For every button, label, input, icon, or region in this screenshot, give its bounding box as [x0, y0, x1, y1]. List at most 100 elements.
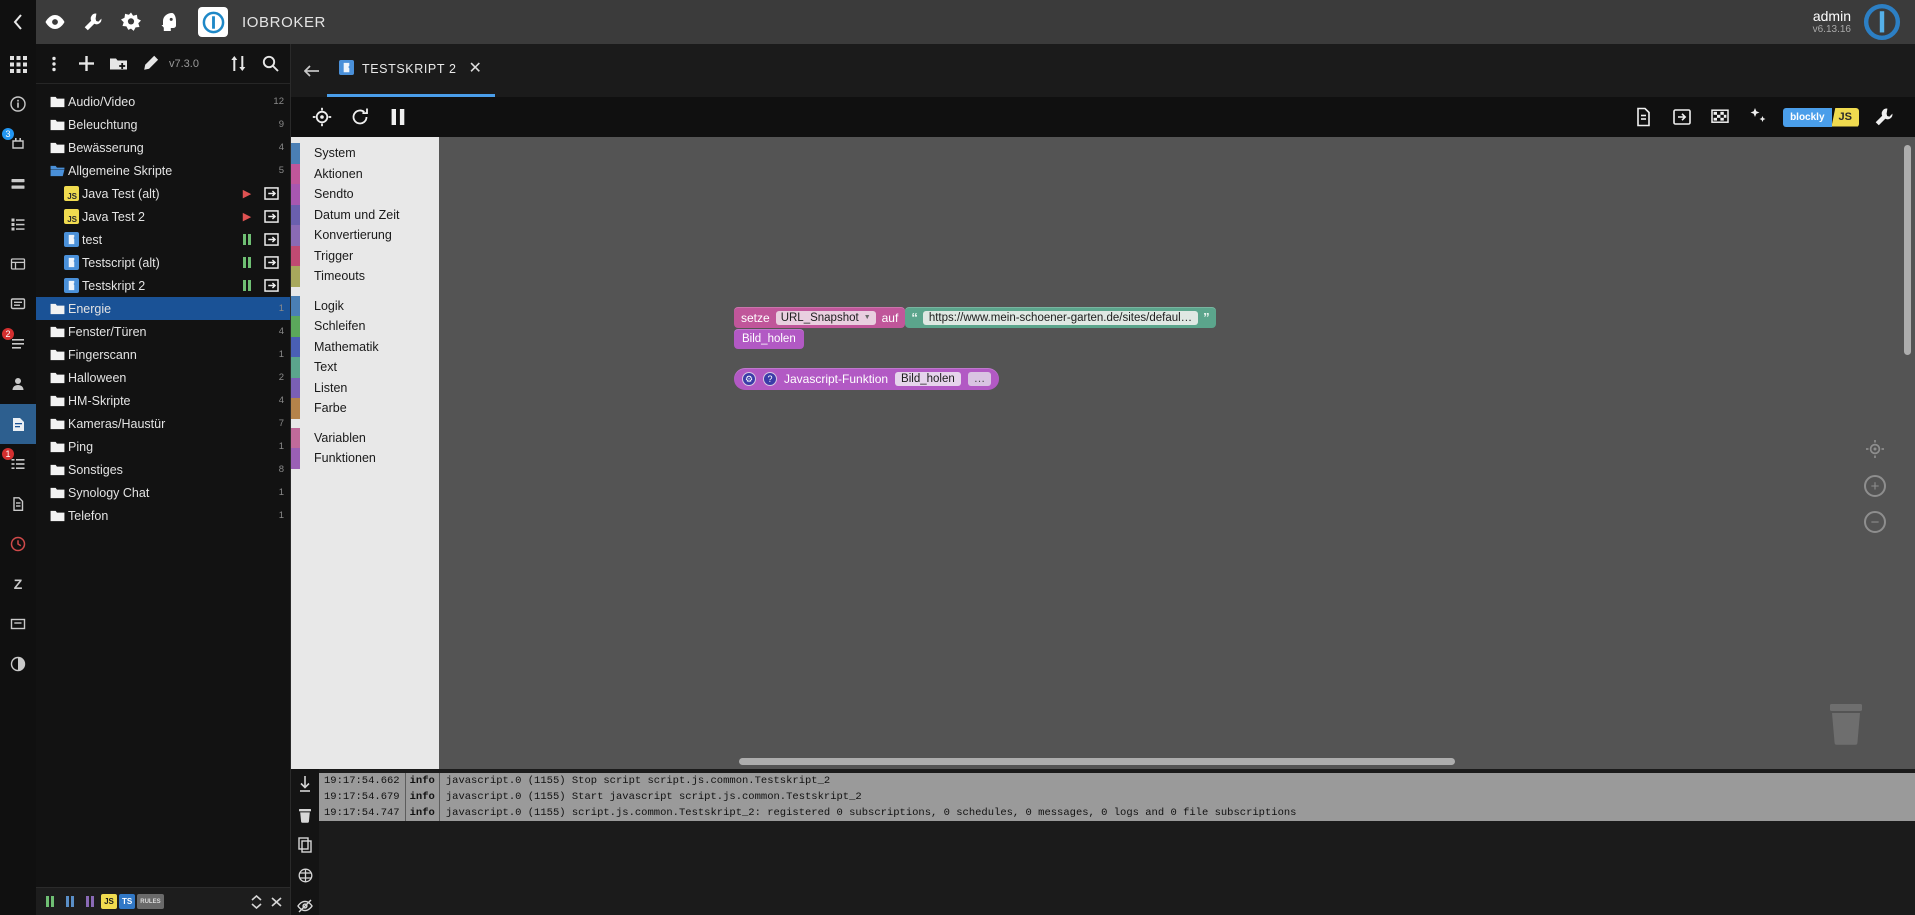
pause-other-icon[interactable]	[81, 892, 99, 912]
script-stopped-play-icon[interactable]: ▶	[236, 187, 258, 200]
open-script-icon[interactable]	[258, 233, 284, 246]
chip-ts[interactable]: TS	[119, 894, 136, 909]
set-statement-body[interactable]: setze URL_Snapshot ▼ auf	[734, 307, 906, 328]
tree-item-sonstiges[interactable]: Sonstiges 8	[36, 458, 290, 481]
tree-item-allgemeine-skripte[interactable]: Allgemeine Skripte 5	[36, 159, 290, 182]
rail-instances-icon[interactable]	[0, 164, 36, 204]
rail-history-icon[interactable]	[0, 524, 36, 564]
tab-testskript-2[interactable]: TESTSKRIPT 2 ✕	[327, 44, 495, 97]
tree-item-telefon[interactable]: Telefon 1	[36, 504, 290, 527]
checkered-flag-icon[interactable]	[1701, 97, 1739, 137]
log-row[interactable]: 19:17:54.747 info javascript.0 (1155) scri…	[319, 805, 1915, 821]
new-folder-icon[interactable]	[102, 47, 134, 81]
export-blocks-icon[interactable]	[1625, 97, 1663, 137]
tree-item-ping[interactable]: Ping 1	[36, 435, 290, 458]
head-icon[interactable]	[150, 0, 188, 44]
mutator-field[interactable]: …	[967, 372, 992, 386]
expand-collapse-icon[interactable]	[223, 47, 255, 81]
variable-dropdown[interactable]: URL_Snapshot ▼	[775, 310, 876, 325]
wrench-icon[interactable]	[74, 0, 112, 44]
rail-back-button[interactable]	[0, 0, 36, 44]
tab-back-arrow-icon[interactable]	[297, 64, 327, 77]
block-javascript-function[interactable]: ⚙ ? Javascript-Funktion Bild_holen …	[734, 368, 1000, 390]
contrast-icon[interactable]	[112, 0, 150, 44]
toolbox-category-variablen[interactable]: Variablen	[291, 427, 439, 448]
locate-block-icon[interactable]	[303, 97, 341, 137]
help-icon[interactable]: ?	[763, 372, 777, 386]
gear-icon[interactable]: ⚙	[742, 372, 756, 386]
chip-rules[interactable]: RULES	[137, 894, 164, 909]
open-script-icon[interactable]	[258, 256, 284, 269]
rail-apps-grid-icon[interactable]	[0, 44, 36, 84]
tree-item-test[interactable]: test	[36, 228, 290, 251]
pause-all-icon[interactable]	[41, 892, 59, 912]
script-running-pause-icon[interactable]	[236, 257, 258, 268]
rail-files-icon[interactable]	[0, 484, 36, 524]
pause-icon[interactable]	[379, 97, 417, 137]
rail-info-icon[interactable]	[0, 84, 36, 124]
toolbox-category-text[interactable]: Text	[291, 357, 439, 378]
open-script-icon[interactable]	[258, 210, 284, 223]
rail-logs-icon[interactable]	[0, 284, 36, 324]
toolbox-category-farbe[interactable]: Farbe	[291, 398, 439, 419]
tree-item-java-test-2[interactable]: JS Java Test 2 ▶	[36, 205, 290, 228]
hide-log-icon[interactable]	[295, 897, 315, 915]
search-icon[interactable]	[255, 47, 287, 81]
open-script-icon[interactable]	[258, 187, 284, 200]
magic-wand-icon[interactable]	[1739, 97, 1777, 137]
close-icon[interactable]: ✕	[469, 61, 483, 77]
eye-icon[interactable]	[36, 0, 74, 44]
rail-scripts-icon[interactable]	[0, 404, 36, 444]
tree-item-bew-sserung[interactable]: Bewässerung 4	[36, 136, 290, 159]
expand-all-icon[interactable]	[267, 892, 285, 912]
string-value-field[interactable]: https://www.mein-schoener-garten.de/site…	[922, 310, 1199, 325]
toolbox-category-funktionen[interactable]: Funktionen	[291, 448, 439, 469]
restart-icon[interactable]	[341, 97, 379, 137]
zoom-out-icon[interactable]: −	[1864, 511, 1886, 533]
language-toggle[interactable]: blockly JS	[1783, 107, 1859, 127]
edit-icon[interactable]	[134, 47, 166, 81]
call-function-body[interactable]: Bild_holen	[734, 329, 804, 349]
tree-item-halloween[interactable]: Halloween 2	[36, 366, 290, 389]
javascript-function-body[interactable]: ⚙ ? Javascript-Funktion Bild_holen …	[734, 368, 1000, 390]
toolbox-category-mathematik[interactable]: Mathematik	[291, 336, 439, 357]
log-row[interactable]: 19:17:54.679 info javascript.0 (1155) Star…	[319, 789, 1915, 805]
toolbox-category-listen[interactable]: Listen	[291, 377, 439, 398]
rail-objects-icon[interactable]	[0, 204, 36, 244]
blockly-canvas[interactable]: setze URL_Snapshot ▼ auf “ https://www.m…	[439, 137, 1915, 769]
lang-js-button[interactable]: JS	[1831, 107, 1859, 127]
blockly-toolbox[interactable]: System Aktionen Sendto Datum und Zeit Konver…	[291, 137, 439, 769]
zoom-in-icon[interactable]: +	[1864, 475, 1886, 497]
script-stopped-play-icon[interactable]: ▶	[236, 210, 258, 223]
toolbox-category-aktionen[interactable]: Aktionen	[291, 163, 439, 184]
toolbox-category-trigger[interactable]: Trigger	[291, 245, 439, 266]
toolbox-category-timeouts[interactable]: Timeouts	[291, 266, 439, 287]
log-settings-icon[interactable]	[295, 866, 315, 884]
open-script-icon[interactable]	[258, 279, 284, 292]
tree-item-energie[interactable]: Energie 1	[36, 297, 290, 320]
toolbox-category-konvertierung[interactable]: Konvertierung	[291, 225, 439, 246]
scroll-to-bottom-icon[interactable]	[295, 775, 315, 793]
settings-wrench-icon[interactable]	[1865, 97, 1903, 137]
lang-blockly-button[interactable]: blockly	[1783, 107, 1832, 127]
script-running-pause-icon[interactable]	[236, 234, 258, 245]
tree-item-beleuchtung[interactable]: Beleuchtung 9	[36, 113, 290, 136]
pause-group-icon[interactable]	[61, 892, 79, 912]
toolbox-category-sendto[interactable]: Sendto	[291, 184, 439, 205]
rail-users-icon[interactable]	[0, 364, 36, 404]
import-blocks-icon[interactable]	[1663, 97, 1701, 137]
tree-item-kameras-haust-r[interactable]: Kameras/Haustür 7	[36, 412, 290, 435]
chip-js[interactable]: JS	[101, 894, 117, 909]
canvas-vertical-scrollbar[interactable]	[1904, 145, 1911, 355]
add-script-icon[interactable]	[70, 47, 102, 81]
toolbox-category-schleifen[interactable]: Schleifen	[291, 316, 439, 337]
log-entries[interactable]: 19:17:54.662 info javascript.0 (1155) Stop…	[319, 769, 1915, 915]
log-row[interactable]: 19:17:54.662 info javascript.0 (1155) Stop…	[319, 773, 1915, 789]
canvas-horizontal-scrollbar[interactable]	[739, 758, 1455, 765]
collapse-all-icon[interactable]	[247, 892, 265, 912]
tree-item-java-test-alt[interactable]: JS Java Test (alt) ▶	[36, 182, 290, 205]
toolbox-category-logik[interactable]: Logik	[291, 295, 439, 316]
rail-events-icon[interactable]: 2	[0, 324, 36, 364]
copy-log-icon[interactable]	[295, 836, 315, 854]
rail-enums-icon[interactable]: 1	[0, 444, 36, 484]
